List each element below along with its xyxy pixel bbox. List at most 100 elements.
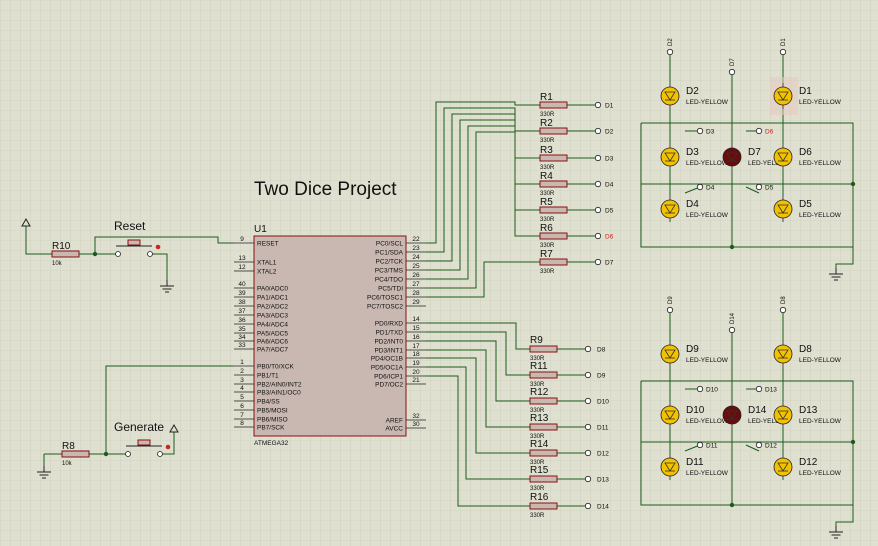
resistor-r14[interactable] xyxy=(529,449,558,457)
mcu-pin-name: PD2/INT0 xyxy=(374,339,403,346)
led-type: LED-YELLOW xyxy=(686,212,729,219)
net-terminal[interactable] xyxy=(594,258,602,266)
net-terminal[interactable] xyxy=(584,423,592,431)
resistor-r11[interactable] xyxy=(529,371,558,379)
mcu-pin-name: XTAL1 xyxy=(257,260,277,267)
mcu-pin-name: PA6/ADC6 xyxy=(257,339,288,346)
resistor-ref: R13 xyxy=(530,413,549,424)
mcu-pin-number: 12 xyxy=(238,264,246,271)
junction-dot xyxy=(92,251,98,257)
net-terminal[interactable] xyxy=(666,306,674,314)
mcu-pin-number: 22 xyxy=(412,236,420,243)
net-terminal[interactable] xyxy=(779,306,787,314)
resistor-ref: R9 xyxy=(530,335,543,346)
mcu-pin-number: 37 xyxy=(238,308,246,315)
resistor-ref: R14 xyxy=(530,439,549,450)
mcu-pin-number: 19 xyxy=(412,360,420,367)
net-terminal[interactable] xyxy=(584,397,592,405)
net-terminal[interactable] xyxy=(728,326,736,334)
net-label: D11 xyxy=(706,443,718,450)
resistor-body xyxy=(529,502,558,510)
led-body xyxy=(722,405,742,425)
net-terminal[interactable] xyxy=(594,232,602,240)
net-terminal[interactable] xyxy=(584,475,592,483)
mcu-pin-number: 23 xyxy=(412,245,420,252)
net-terminal[interactable] xyxy=(584,371,592,379)
led-body xyxy=(660,147,680,167)
led-body xyxy=(773,86,793,106)
resistor-ref: R3 xyxy=(540,145,553,156)
net-label: D1 xyxy=(781,38,787,46)
mcu-pin-number: 28 xyxy=(412,290,420,297)
net-terminal[interactable] xyxy=(755,441,763,449)
net-label: D6 xyxy=(605,234,614,241)
resistor-value: 10k xyxy=(62,461,73,467)
resistor-r16[interactable] xyxy=(529,502,558,510)
button-cap xyxy=(137,439,151,446)
net-terminal[interactable] xyxy=(728,68,736,76)
net-terminal[interactable] xyxy=(755,385,763,393)
led-body xyxy=(660,405,680,425)
mcu-pin-number: 29 xyxy=(412,299,420,306)
mcu-pin-number: 25 xyxy=(412,263,420,270)
net-terminal[interactable] xyxy=(584,502,592,510)
mcu-pin-number: 20 xyxy=(412,369,420,376)
net-terminal[interactable] xyxy=(594,154,602,162)
resistor-ref: R12 xyxy=(530,387,549,398)
led-ref: D7 xyxy=(748,147,761,158)
button-contact xyxy=(115,251,121,257)
net-label: D10 xyxy=(706,387,718,394)
led-body xyxy=(773,199,793,219)
button-contact xyxy=(125,451,131,457)
mcu-pin-number: 35 xyxy=(238,326,246,333)
net-label: D9 xyxy=(668,296,674,304)
mcu-pin-name: PC0/SCL xyxy=(376,241,403,248)
net-terminal[interactable] xyxy=(666,48,674,56)
button-label: Reset xyxy=(114,219,146,233)
led-type: LED-YELLOW xyxy=(799,418,842,425)
resistor-ref: R4 xyxy=(540,171,553,182)
schematic-canvas: U1ATMEGA329RESET13XTAL112XTAL240PA0/ADC0… xyxy=(0,0,878,546)
net-terminal[interactable] xyxy=(696,441,704,449)
net-terminal[interactable] xyxy=(594,206,602,214)
mcu-pin-number: 30 xyxy=(412,421,420,428)
mcu-pin-name: PB1/T1 xyxy=(257,373,279,380)
mcu-pin-name: PD0/RXD xyxy=(375,321,403,328)
mcu-pin-number: 14 xyxy=(412,316,420,323)
net-label: D5 xyxy=(765,185,774,192)
net-terminal[interactable] xyxy=(594,127,602,135)
led-body xyxy=(773,344,793,364)
net-label: D2 xyxy=(605,129,614,136)
net-label: D12 xyxy=(765,443,777,450)
net-terminal[interactable] xyxy=(584,345,592,353)
mcu-pin-name: PB2/AIN0/INT2 xyxy=(257,382,302,389)
resistor-r12[interactable] xyxy=(529,397,558,405)
resistor-r9[interactable] xyxy=(529,345,558,353)
net-terminal[interactable] xyxy=(584,449,592,457)
mcu-pin-number: 1 xyxy=(240,359,244,366)
mcu-pin-name: PC4/TDO xyxy=(375,277,403,284)
resistor-r13[interactable] xyxy=(529,423,558,431)
led-ref: D4 xyxy=(686,199,699,210)
led-type: LED-YELLOW xyxy=(686,160,729,167)
net-terminal[interactable] xyxy=(696,127,704,135)
net-terminal[interactable] xyxy=(696,385,704,393)
led-ref: D12 xyxy=(799,457,818,468)
diagram-title: Two Dice Project xyxy=(254,179,397,200)
mcu-pin-name: PB0/T0/XCK xyxy=(257,364,295,371)
net-terminal[interactable] xyxy=(755,127,763,135)
mcu-pin-name: PB5/MOSI xyxy=(257,408,288,415)
mcu-pin-name: PC7/TOSC2 xyxy=(367,304,403,311)
net-terminal[interactable] xyxy=(755,183,763,191)
led-ref: D8 xyxy=(799,344,812,355)
mcu-pin-number: 7 xyxy=(240,412,244,419)
net-terminal[interactable] xyxy=(594,180,602,188)
resistor-r15[interactable] xyxy=(529,475,558,483)
mcu-pin-number: 34 xyxy=(238,334,246,341)
net-terminal[interactable] xyxy=(779,48,787,56)
net-terminal[interactable] xyxy=(594,101,602,109)
net-terminal[interactable] xyxy=(696,183,704,191)
mcu-pin-number: 40 xyxy=(238,281,246,288)
mcu-pin-name: PD4/OC1B xyxy=(371,356,403,363)
resistor-value: 330R xyxy=(540,269,555,275)
